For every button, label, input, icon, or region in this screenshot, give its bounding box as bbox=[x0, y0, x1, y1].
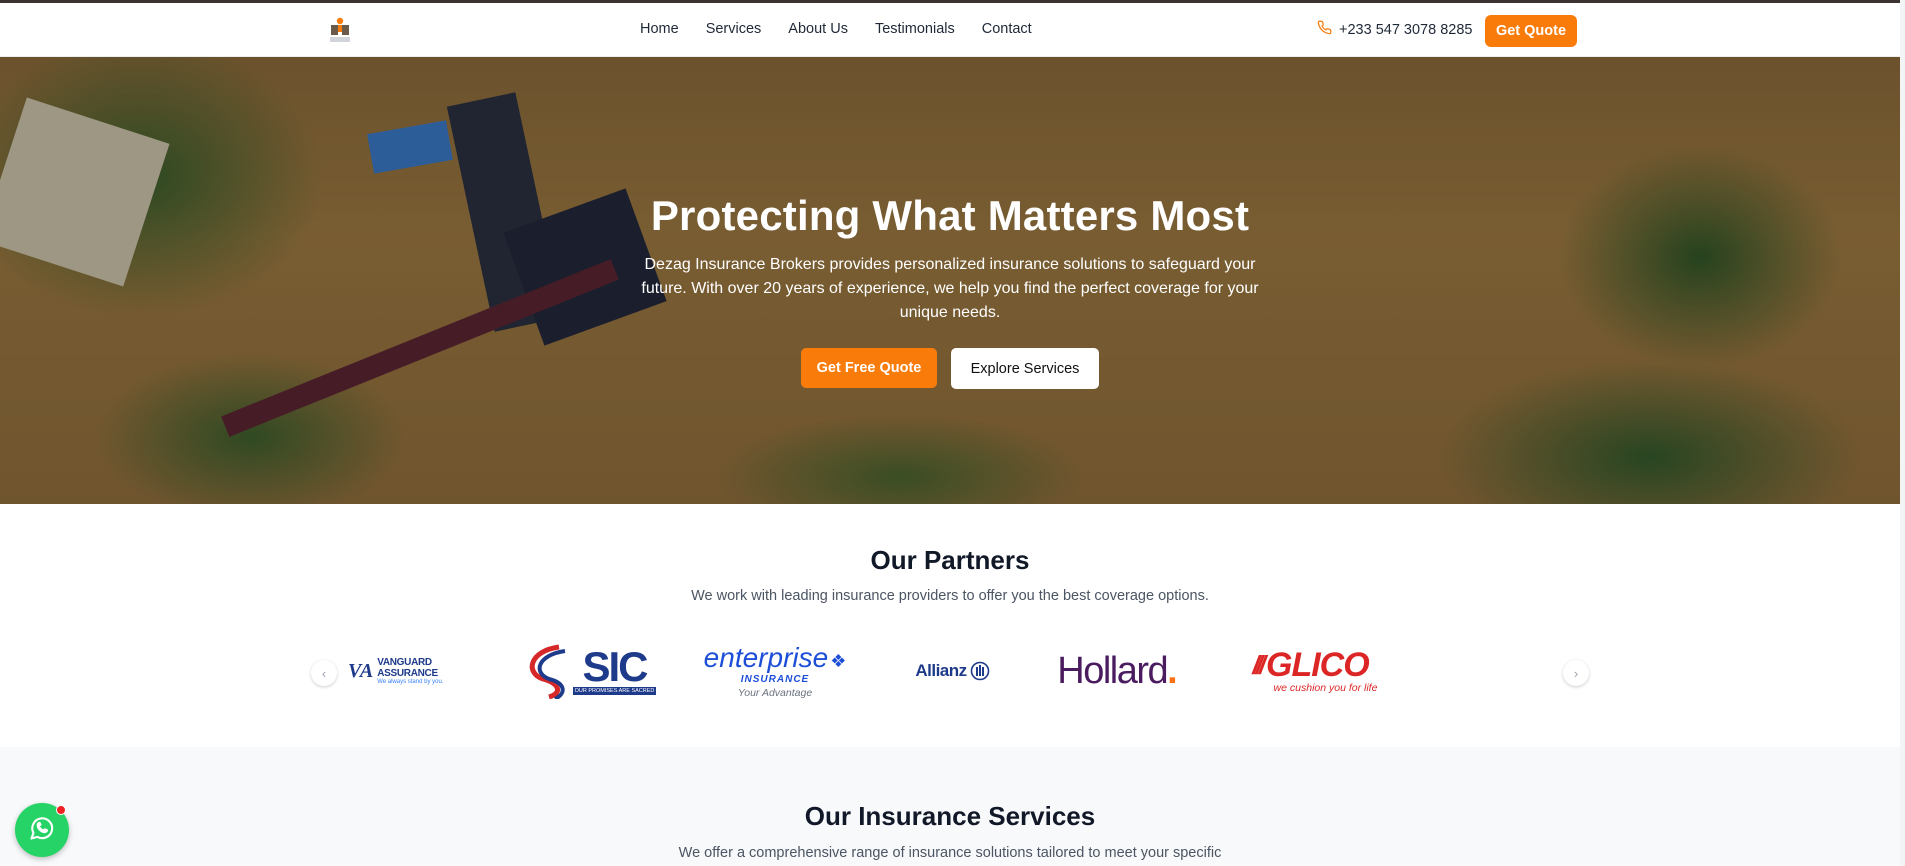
nav-contact[interactable]: Contact bbox=[982, 21, 1032, 37]
vanguard-tagline: We always stand by you. bbox=[377, 679, 444, 685]
page-scrollbar[interactable] bbox=[1900, 0, 1905, 866]
enterprise-sub: INSURANCE bbox=[740, 673, 810, 685]
explore-services-button[interactable]: Explore Services bbox=[951, 348, 1099, 389]
partner-logo-hollard[interactable]: Hollard . bbox=[1050, 636, 1185, 706]
glico-stripes-icon: /// bbox=[1252, 649, 1266, 680]
phone-number: +233 547 3078 8285 bbox=[1339, 21, 1473, 38]
vanguard-name: VANGUARD ASSURANCE bbox=[377, 657, 438, 679]
glico-name: GLICO bbox=[1266, 646, 1370, 684]
allianz-name: Allianz bbox=[915, 661, 967, 680]
partner-logo-vanguard[interactable]: VA VANGUARD ASSURANCE We always stand by… bbox=[348, 636, 468, 706]
partner-logo-allianz[interactable]: Allianz bbox=[905, 636, 1000, 706]
hollard-name: Hollard bbox=[1057, 649, 1168, 692]
nav-home[interactable]: Home bbox=[640, 21, 679, 37]
partner-logo-glico[interactable]: /// GLICO we cushion you for life bbox=[1238, 636, 1383, 706]
hollard-dot: . bbox=[1167, 649, 1178, 692]
main-nav: Home Services About Us Testimonials Cont… bbox=[640, 21, 1059, 37]
whatsapp-icon bbox=[28, 814, 56, 847]
company-logo[interactable] bbox=[328, 16, 352, 46]
site-header: Home Services About Us Testimonials Cont… bbox=[0, 3, 1900, 57]
get-quote-button[interactable]: Get Quote bbox=[1485, 15, 1577, 47]
phone-icon bbox=[1317, 20, 1332, 39]
header-phone[interactable]: +233 547 3078 8285 bbox=[1317, 20, 1472, 39]
services-subtitle: We offer a comprehensive range of insura… bbox=[678, 845, 1222, 861]
allianz-eagle-icon bbox=[970, 661, 989, 681]
vanguard-mark: VA bbox=[348, 659, 374, 682]
enterprise-name: enterprise bbox=[703, 641, 829, 673]
partner-logo-sic[interactable]: SIC OUR PROMISES ARE SACRED bbox=[515, 636, 660, 706]
nav-services[interactable]: Services bbox=[706, 21, 762, 37]
chevron-left-icon: ‹ bbox=[321, 665, 327, 681]
partners-title: Our Partners bbox=[870, 545, 1030, 575]
enterprise-tagline: Your Advantage bbox=[737, 686, 813, 699]
carousel-next-button[interactable]: › bbox=[1563, 660, 1589, 686]
nav-testimonials[interactable]: Testimonials bbox=[875, 21, 955, 37]
carousel-prev-button[interactable]: ‹ bbox=[311, 660, 337, 686]
hero-description: Dezag Insurance Brokers provides persona… bbox=[641, 256, 1259, 321]
get-free-quote-button[interactable]: Get Free Quote bbox=[801, 348, 937, 388]
chevron-right-icon: › bbox=[1573, 665, 1579, 681]
sic-swoosh-icon bbox=[529, 644, 565, 699]
hero-title: Protecting What Matters Most bbox=[650, 192, 1250, 239]
nav-about-us[interactable]: About Us bbox=[788, 21, 848, 37]
partners-subtitle: We work with leading insurance providers… bbox=[691, 588, 1209, 604]
sic-name: SIC bbox=[582, 643, 648, 690]
glico-tagline: we cushion you for life bbox=[1273, 682, 1378, 694]
partner-logo-enterprise[interactable]: enterprise ❖ INSURANCE Your Advantage bbox=[695, 636, 855, 706]
services-title: Our Insurance Services bbox=[804, 801, 1096, 831]
hero-section: Protecting What Matters Most Dezag Insur… bbox=[0, 57, 1900, 504]
notification-badge bbox=[56, 805, 66, 815]
sic-tagline: OUR PROMISES ARE SACRED bbox=[572, 687, 657, 695]
horse-icon: ❖ bbox=[830, 650, 847, 671]
